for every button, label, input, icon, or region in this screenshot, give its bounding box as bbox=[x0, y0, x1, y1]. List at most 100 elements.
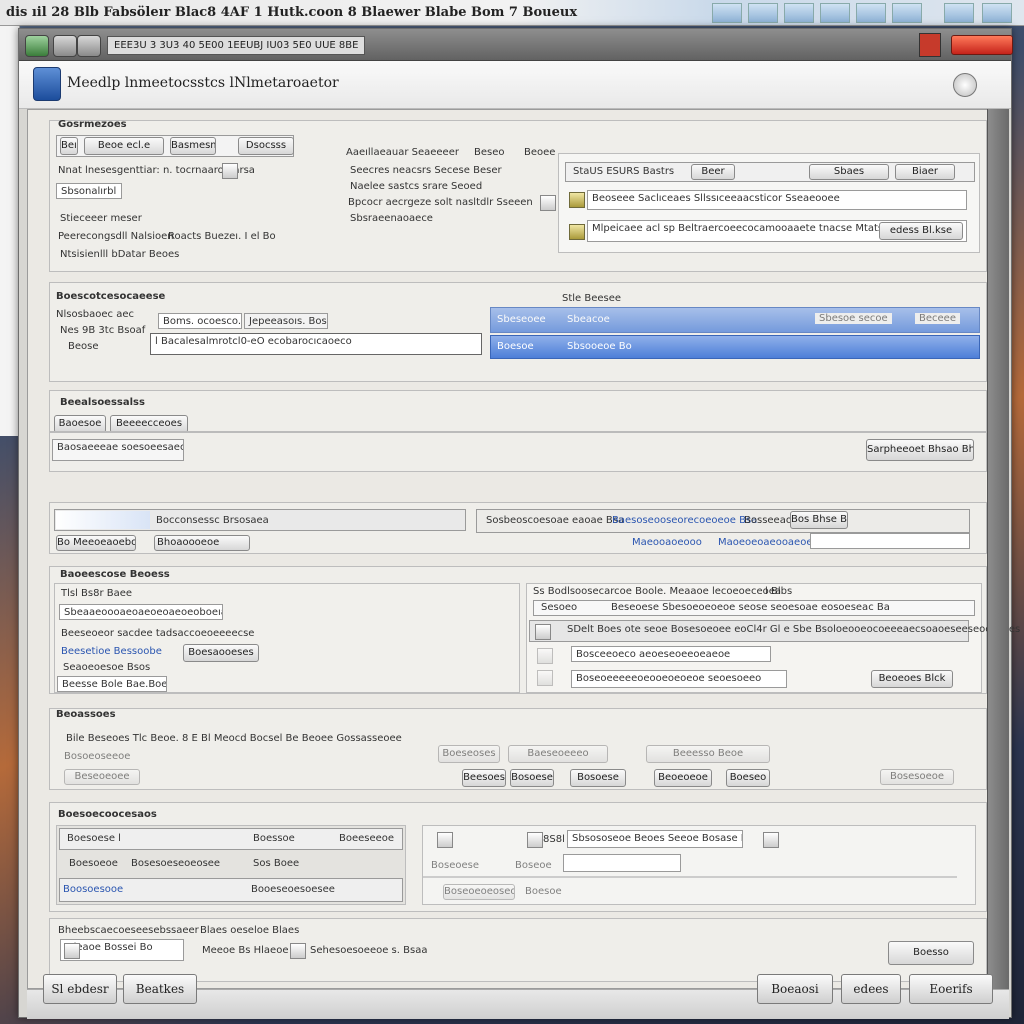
file-path-field[interactable]: Beoseee Saclıceaes Sllssıceeaacsticor Ss… bbox=[587, 190, 967, 210]
info-icon[interactable] bbox=[222, 163, 238, 179]
details-row: Beeseoeor sacdee tadsaccoeoeeeecse bbox=[61, 628, 255, 639]
footer-button[interactable]: Sl ebdesr bbox=[43, 974, 117, 1004]
details-action-button[interactable]: Beoeoes Blck bbox=[871, 670, 953, 688]
mid-row: Seecres neacsrs Secese Beser bbox=[350, 165, 502, 176]
close-icon[interactable] bbox=[919, 33, 941, 57]
tab-item[interactable]: Basmesme bbox=[170, 137, 216, 155]
thumbnail-icon[interactable] bbox=[820, 3, 850, 23]
back-button[interactable] bbox=[25, 35, 49, 57]
search-input[interactable] bbox=[810, 533, 970, 549]
panel-tab[interactable]: Biaer bbox=[895, 164, 955, 180]
details-main-text: SDelt Boes ote seoe Bosesoeoee eoCl4r Gl… bbox=[567, 624, 1021, 635]
settings-row: Ntsisienlll bDatar Beoes bbox=[60, 249, 180, 260]
filter-button[interactable]: Sarpheeoet Bhsao Bheee bbox=[866, 439, 974, 461]
thumbnail-icon[interactable] bbox=[712, 3, 742, 23]
actions-button[interactable]: Bosesoeoe bbox=[880, 769, 954, 785]
folder-icon bbox=[569, 192, 585, 208]
thumbnail-icon[interactable] bbox=[784, 3, 814, 23]
cell: Boesoe bbox=[497, 341, 534, 352]
details-section: Baoeescose Beoess Tlsl Bs8r Baee Sbeaaeo… bbox=[49, 566, 1020, 694]
details-input[interactable]: Boseoeeeeeoeooeoeoeoe seoesoeeo bbox=[571, 670, 787, 688]
output-button[interactable]: Boseoeoeoseoe bbox=[443, 884, 515, 900]
table-cell[interactable]: Boosoesooe bbox=[63, 884, 123, 895]
file-path-tag[interactable]: edess Bl.kse bbox=[879, 222, 963, 240]
actions-label: Bosoeoseeoe bbox=[64, 751, 131, 762]
menu-button[interactable] bbox=[77, 35, 101, 57]
thumbnail-icon[interactable] bbox=[892, 3, 922, 23]
section-title: Beoassoes bbox=[56, 709, 116, 720]
thumbnail-icon[interactable] bbox=[748, 3, 778, 23]
table-cell: Sos Boee bbox=[253, 858, 300, 869]
options-row: Beose bbox=[68, 341, 99, 352]
footer-button[interactable]: edees bbox=[841, 974, 901, 1004]
help-icon[interactable] bbox=[953, 73, 977, 97]
actions-button[interactable]: Beesoes bbox=[462, 769, 506, 787]
vertical-scrollbar[interactable] bbox=[987, 109, 1009, 989]
tab-item[interactable]: Dsocsss bbox=[238, 137, 294, 155]
document-icon bbox=[64, 943, 80, 959]
panel-tab[interactable]: Beer bbox=[691, 164, 735, 180]
cell: Sbeseoee bbox=[497, 314, 546, 325]
path-field[interactable]: l Bacalesalmrotcl0-eO ecobarocıcaoeco bbox=[150, 333, 482, 355]
document-icon bbox=[535, 624, 551, 640]
footer-button[interactable]: Boeaosi bbox=[757, 974, 833, 1004]
summary-button[interactable]: Boesso bbox=[888, 941, 974, 965]
section-title: Gosrmezoes bbox=[58, 119, 127, 130]
button-bar: Sl ebdesr Beatkes Boeaosi edees Eoerifs bbox=[27, 974, 1009, 1019]
footer-button[interactable]: Beatkes bbox=[123, 974, 197, 1004]
actions-button[interactable]: Beseoeoee bbox=[64, 769, 140, 785]
panel-tab[interactable]: Sbaes bbox=[809, 164, 889, 180]
grip-icon bbox=[537, 648, 553, 664]
selected-row[interactable]: Boesoe Sbsooeoe Bo bbox=[490, 335, 980, 359]
section-title: Boesoecoocesaos bbox=[58, 809, 157, 820]
output-input[interactable] bbox=[563, 854, 681, 872]
thumbnail-icon[interactable] bbox=[856, 3, 886, 23]
info-icon[interactable] bbox=[540, 195, 556, 211]
desktop-top-strip: dis ıil 28 Blb Fabsöleır Blac8 4AF 1 Hut… bbox=[0, 0, 1024, 26]
search-right-tag[interactable]: Bos Bhse Bcx bbox=[790, 511, 848, 529]
search-right-link[interactable]: Maeooaoeooo bbox=[632, 537, 702, 548]
desktop-title-text: dis ıil 28 Blb Fabsöleır Blac8 4AF 1 Hut… bbox=[6, 5, 578, 20]
selected-row[interactable]: Sbeseoee Sbeacoe Sbesoe secoe Beceee bbox=[490, 307, 980, 333]
actions-button[interactable]: Baeseoeeeo bbox=[508, 745, 608, 763]
actions-button[interactable]: Bosoese bbox=[570, 769, 626, 787]
search-tag[interactable]: Bhoaoooeoe bbox=[154, 535, 250, 551]
summary-text: Sehesoesoeeoe s. Bsaa bbox=[310, 945, 428, 956]
output-row: Boesoe bbox=[525, 886, 562, 897]
thumbnail-icon[interactable] bbox=[944, 3, 974, 23]
settings-row: Peerecongsdll Nalsioen bbox=[58, 231, 174, 242]
options-input[interactable]: Jepeeasoıs. Bosioe bbox=[244, 313, 328, 329]
close-button[interactable] bbox=[951, 35, 1013, 55]
forward-button[interactable] bbox=[53, 35, 77, 57]
settings-field[interactable]: Sbsonalırbl bbox=[56, 183, 122, 199]
actions-button[interactable]: Bosoese bbox=[510, 769, 554, 787]
output-row: Boseoese bbox=[431, 860, 479, 871]
search-right-link[interactable]: Baesoseooseorecoeoeoe Bsa bbox=[612, 515, 757, 526]
actions-button[interactable]: Boeseo bbox=[726, 769, 770, 787]
options-row: Nes 9B 3tc Bsoaf bbox=[60, 325, 146, 336]
mid-row: Naelee sastcs srare Seoed bbox=[350, 181, 483, 192]
mid-header: Aaeıllaeauar Seaeeeer bbox=[346, 147, 459, 158]
thumbnail-icon[interactable] bbox=[982, 3, 1012, 23]
details-field[interactable]: Sbeaaeoooaeoaeoeoaeoeoboeıasooc bbox=[59, 604, 223, 620]
output-field[interactable]: Sbsososeoe Beoes Seeoe Bosase D bbox=[567, 830, 743, 848]
details-field[interactable]: Beesse Bole Bae.Boes bbox=[57, 676, 167, 692]
details-button[interactable]: Boesaooeses bbox=[183, 644, 259, 662]
tab-item[interactable]: Beoe ecl.e bbox=[84, 137, 164, 155]
details-header-tag: l Blbs bbox=[765, 586, 793, 597]
tab-item[interactable]: Beıs bbox=[60, 137, 78, 155]
divider bbox=[423, 876, 957, 878]
actions-button[interactable]: Boeseoses bbox=[438, 745, 500, 763]
actions-button[interactable]: Beeesso Beoe bbox=[646, 745, 770, 763]
details-link[interactable]: Beesetioe Bessoobe bbox=[61, 646, 162, 657]
details-input[interactable]: Bosceeoeco aeoeseoeeoeaeoe bbox=[571, 646, 771, 662]
options-input[interactable]: Boms. ocoesco. Mc bbox=[158, 313, 242, 329]
folder-icon bbox=[569, 224, 585, 240]
table-cell: Boesoese l bbox=[67, 833, 121, 844]
info-icon[interactable] bbox=[290, 943, 306, 959]
filter-field[interactable]: Baosaeeeae soesoeesaece Baas bbox=[52, 439, 184, 461]
actions-button[interactable]: Beoeoeoe bbox=[654, 769, 712, 787]
search-tag[interactable]: Bo Meeoeaoebos bbox=[56, 535, 136, 551]
search-right-link[interactable]: Maoeoeoaeooaeoe bbox=[718, 537, 812, 548]
footer-button[interactable]: Eoerifs bbox=[909, 974, 993, 1004]
